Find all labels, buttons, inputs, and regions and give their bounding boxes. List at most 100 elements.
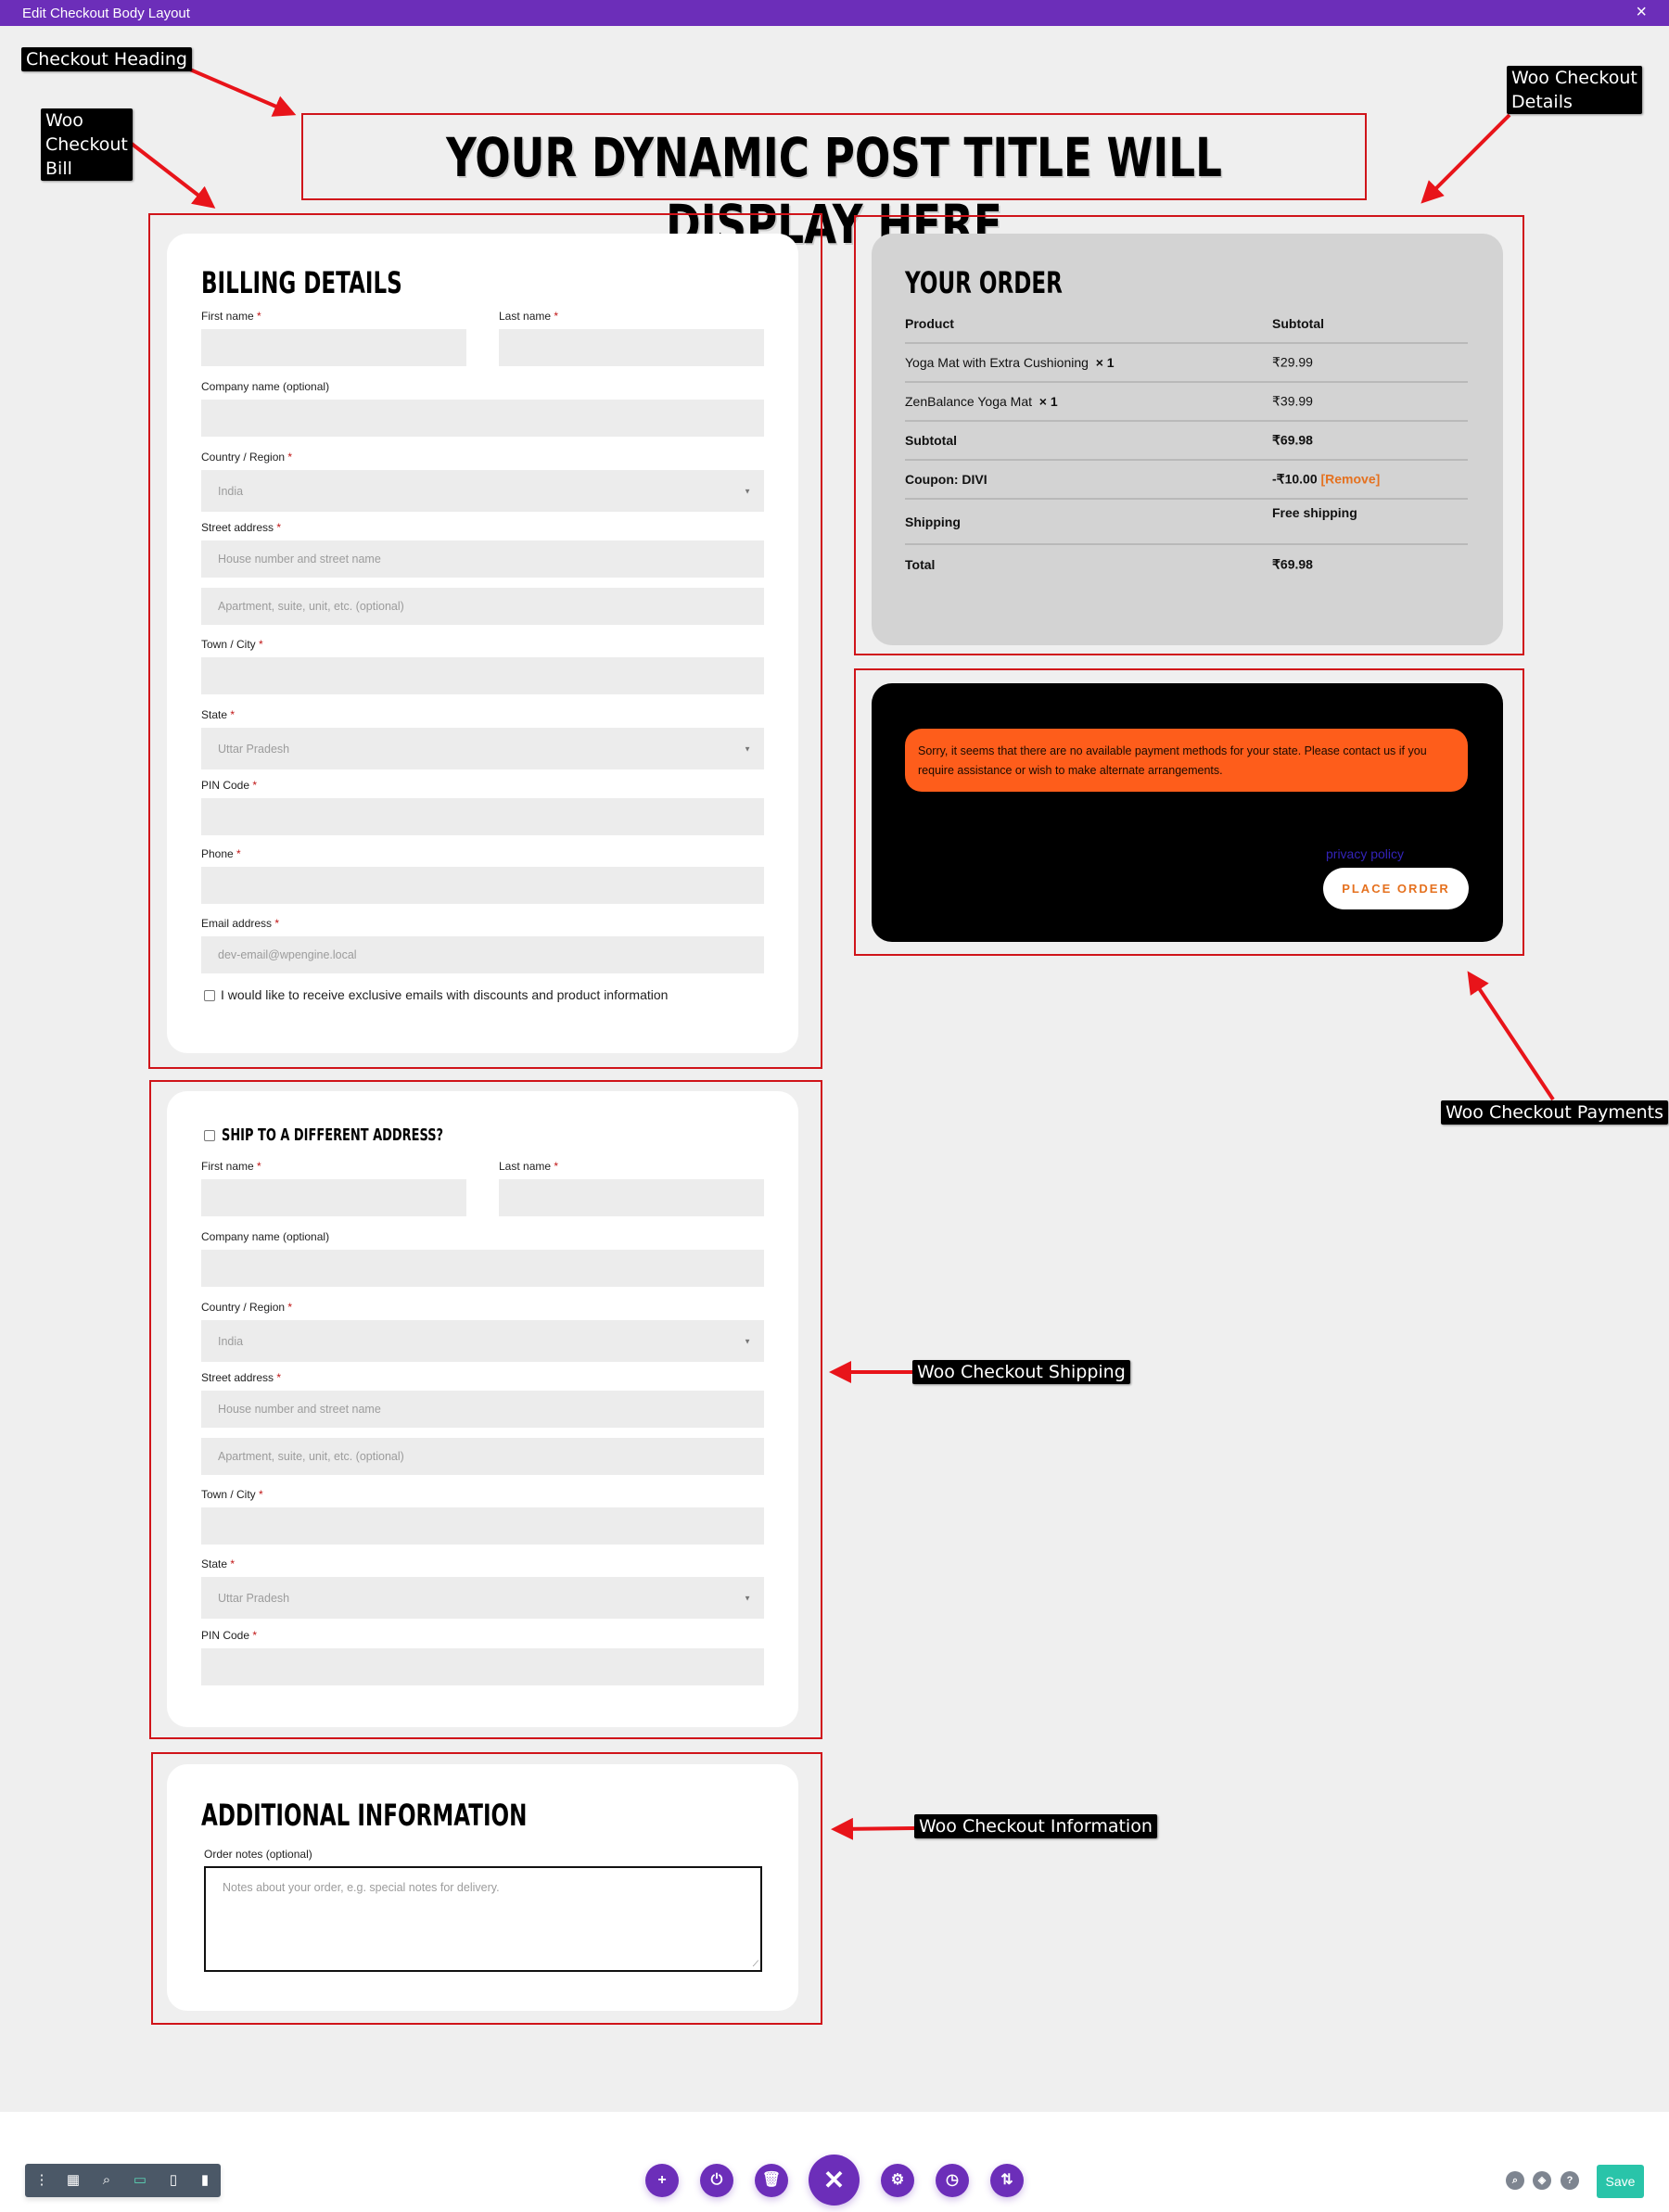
billing-state-select[interactable]: Uttar Pradesh ▼: [201, 728, 764, 769]
help-icon[interactable]: ?: [1561, 2171, 1579, 2190]
arrow-payments: [1467, 971, 1555, 1101]
wireframe-view-icon[interactable]: ▦: [57, 2164, 90, 2197]
additional-info-card: ADDITIONAL INFORMATION Order notes (opti…: [167, 1764, 798, 2011]
more-options-icon[interactable]: ⋮: [25, 2164, 58, 2197]
billing-last-name-input[interactable]: [499, 329, 764, 366]
country-label: Country / Region *: [201, 1301, 293, 1314]
street-placeholder: House number and street name: [218, 553, 381, 566]
privacy-policy-link[interactable]: privacy policy: [1326, 846, 1404, 861]
order-notes-textarea[interactable]: Notes about your order, e.g. special not…: [204, 1866, 762, 1972]
close-builder-button[interactable]: ✕: [809, 2155, 860, 2206]
product-header: Product: [905, 316, 954, 331]
newsletter-label[interactable]: I would like to receive exclusive emails…: [221, 987, 668, 1002]
country-value: India: [218, 1334, 244, 1348]
pin-label: PIN Code *: [201, 779, 258, 792]
callout-checkout-heading: Checkout Heading: [21, 47, 192, 71]
pin-label: PIN Code *: [201, 1629, 258, 1642]
shipping-street-input[interactable]: House number and street name: [201, 1391, 764, 1428]
city-label: Town / City *: [201, 638, 263, 651]
save-button[interactable]: Save: [1597, 2165, 1644, 2198]
country-label: Country / Region *: [201, 451, 293, 464]
order-card: YOUR ORDER Product Subtotal Yoga Mat wit…: [872, 234, 1503, 645]
subtotal-value: ₹69.98: [1272, 432, 1313, 448]
order-notes-label: Order notes (optional): [204, 1848, 312, 1861]
shipping-pin-input[interactable]: [201, 1648, 764, 1685]
item-price: ₹39.99: [1272, 393, 1313, 409]
state-label: State *: [201, 708, 236, 721]
state-value: Uttar Pradesh: [218, 1591, 290, 1605]
callout-woo-checkout-payments: Woo Checkout Payments: [1441, 1100, 1668, 1125]
billing-apartment-input[interactable]: Apartment, suite, unit, etc. (optional): [201, 588, 764, 625]
subtotal-header: Subtotal: [1272, 316, 1324, 331]
apartment-placeholder: Apartment, suite, unit, etc. (optional): [218, 600, 404, 613]
ship-different-label[interactable]: SHIP TO A DIFFERENT ADDRESS?: [222, 1125, 443, 1145]
coupon-value: -₹10.00: [1272, 471, 1318, 487]
shipping-state-select[interactable]: Uttar Pradesh ▼: [201, 1577, 764, 1619]
billing-pin-input[interactable]: [201, 798, 764, 835]
shipping-value: Free shipping: [1272, 505, 1357, 520]
item-price: ₹29.99: [1272, 354, 1313, 370]
ship-different-checkbox[interactable]: [204, 1130, 215, 1141]
order-item-row: Yoga Mat with Extra Cushioning × 1 ₹29.9…: [905, 344, 1468, 383]
callout-line: Woo: [45, 110, 83, 131]
state-label: State *: [201, 1557, 236, 1570]
zoom-icon[interactable]: ⌕: [90, 2164, 123, 2197]
street-placeholder: House number and street name: [218, 1403, 381, 1416]
city-label: Town / City *: [201, 1488, 263, 1501]
total-label: Total: [905, 557, 936, 572]
close-icon[interactable]: ×: [1636, 2, 1647, 23]
callout-woo-checkout-information: Woo Checkout Information: [914, 1814, 1157, 1838]
shipping-label: Shipping: [905, 514, 961, 529]
shipping-last-name-input[interactable]: [499, 1179, 764, 1216]
arrow-details: [1421, 113, 1511, 204]
item-qty: × 1: [1038, 394, 1058, 409]
callout-line: Checkout: [45, 134, 128, 155]
shipping-country-select[interactable]: India ▼: [201, 1320, 764, 1362]
chevron-down-icon: ▼: [744, 1594, 751, 1602]
callout-woo-checkout-shipping: Woo Checkout Shipping: [912, 1360, 1130, 1384]
billing-company-input[interactable]: [201, 400, 764, 437]
phone-view-icon[interactable]: ▮: [188, 2164, 222, 2197]
email-placeholder: dev-email@wpengine.local: [218, 948, 357, 961]
order-total-row: Total ₹69.98: [905, 545, 1468, 584]
billing-country-select[interactable]: India ▼: [201, 470, 764, 512]
builder-bottom-bar: ⋮ ▦ ⌕ ▭ ▯ ▮ + ⏻ 🗑 ✕ ⚙ ◷ ⇅ ⌕ ◈ ? Save: [0, 2112, 1669, 2212]
company-label: Company name (optional): [201, 380, 330, 393]
callout-woo-checkout-bill: Woo Checkout Bill: [41, 108, 133, 181]
shipping-city-input[interactable]: [201, 1507, 764, 1545]
resize-handle-icon[interactable]: ⟋: [753, 1959, 758, 1969]
remove-coupon-link[interactable]: [Remove]: [1321, 472, 1381, 487]
newsletter-checkbox[interactable]: [204, 990, 215, 1001]
chevron-down-icon: ▼: [744, 487, 751, 495]
email-label: Email address *: [201, 917, 280, 930]
order-header-row: Product Subtotal: [905, 305, 1468, 344]
desktop-view-icon[interactable]: ▭: [123, 2164, 157, 2197]
add-button[interactable]: +: [645, 2164, 679, 2197]
shipping-apartment-input[interactable]: Apartment, suite, unit, etc. (optional): [201, 1438, 764, 1475]
checkout-heading-module[interactable]: YOUR DYNAMIC POST TITLE WILL DISPLAY HER…: [301, 113, 1367, 256]
layers-icon[interactable]: ◈: [1533, 2171, 1551, 2190]
shipping-first-name-input[interactable]: [201, 1179, 466, 1216]
arrow-heading: [183, 65, 297, 117]
subtotal-label: Subtotal: [905, 433, 957, 448]
history-button[interactable]: ◷: [936, 2164, 969, 2197]
portability-button[interactable]: ⏻: [700, 2164, 733, 2197]
order-item-row: ZenBalance Yoga Mat × 1 ₹39.99: [905, 383, 1468, 422]
billing-street-input[interactable]: House number and street name: [201, 540, 764, 578]
order-shipping-row: Shipping Free shipping: [905, 500, 1468, 545]
tablet-view-icon[interactable]: ▯: [157, 2164, 190, 2197]
billing-city-input[interactable]: [201, 657, 764, 694]
shipping-company-input[interactable]: [201, 1250, 764, 1287]
view-mode-toolbar: ⋮ ▦ ⌕ ▭ ▯ ▮: [25, 2164, 221, 2197]
page-settings-button[interactable]: ⚙: [881, 2164, 914, 2197]
billing-first-name-input[interactable]: [201, 329, 466, 366]
clear-layout-button[interactable]: 🗑: [755, 2164, 788, 2197]
page-transfer-button[interactable]: ⇅: [990, 2164, 1024, 2197]
callout-line: Bill: [45, 159, 72, 179]
callout-line: Woo Checkout: [1511, 68, 1637, 88]
billing-phone-input[interactable]: [201, 867, 764, 904]
billing-email-input[interactable]: dev-email@wpengine.local: [201, 936, 764, 973]
item-name: Yoga Mat with Extra Cushioning: [905, 355, 1089, 370]
place-order-button[interactable]: PLACE ORDER: [1323, 868, 1469, 909]
search-icon[interactable]: ⌕: [1506, 2171, 1524, 2190]
